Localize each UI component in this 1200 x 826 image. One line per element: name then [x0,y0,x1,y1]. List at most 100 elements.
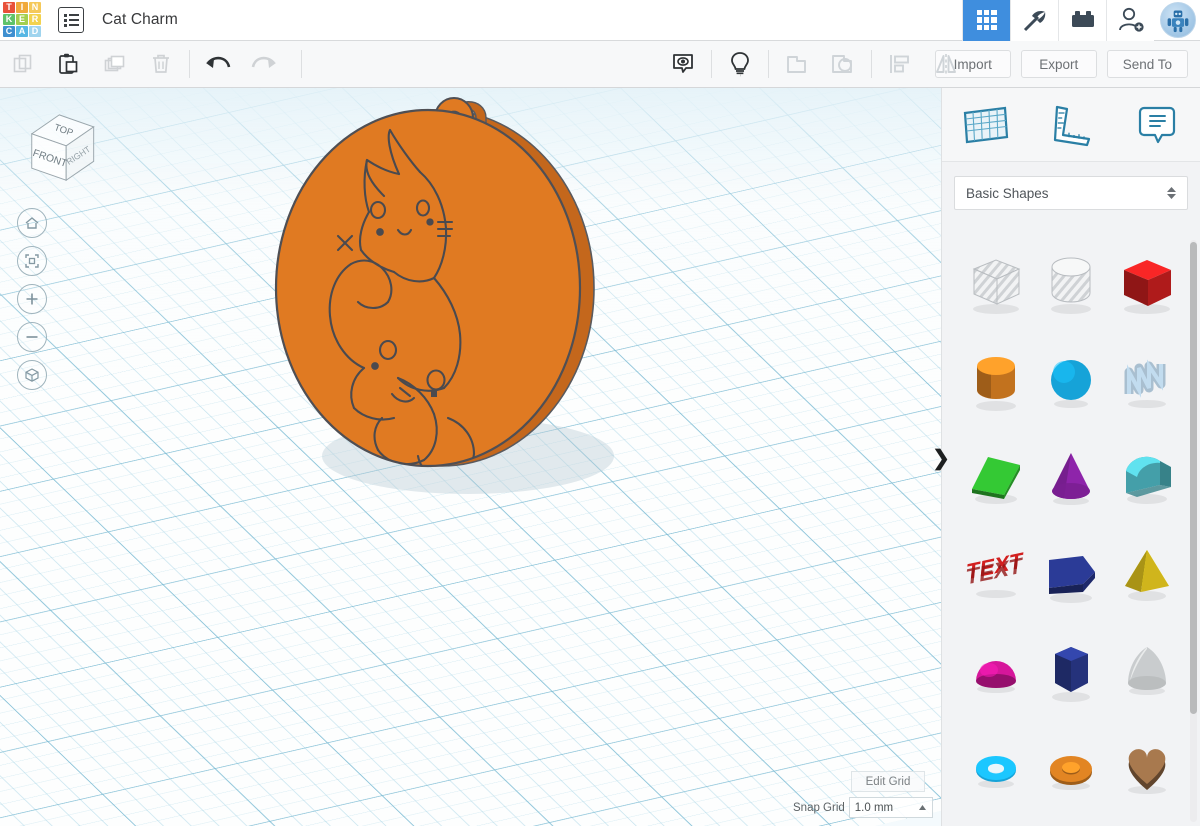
tinker-tools-button[interactable] [1010,0,1058,41]
note-tool[interactable] [1114,103,1200,147]
shape-cone-thumbnail [1052,452,1091,505]
grid-view-button[interactable] [962,0,1010,41]
shape-hexagon-thumbnail [1052,646,1091,702]
mirror-button[interactable] [923,41,969,88]
view-nav-buttons [17,208,47,390]
shape-pyramid-thumbnail [1125,549,1170,601]
logo-tile-a: A [16,26,28,38]
duplicate-button[interactable] [92,41,138,88]
projection-toggle-button[interactable] [17,360,47,390]
chevron-up-icon [919,805,926,810]
blocks-button[interactable] [1058,0,1106,41]
shape-text-thumbnail: TEXTTEXT [965,547,1024,598]
edit-grid-button[interactable]: Edit Grid [851,771,925,792]
shapes-panel: Basic Shapes TEXT TEXT [941,88,1200,826]
shapes-grid: TEXT TEXT [942,228,1200,826]
view-cube[interactable]: TOP FRONT RIGHT [18,108,104,194]
shape-box-thumbnail [1124,259,1172,314]
pendant-face [274,108,582,468]
toolbar-divider-2 [301,50,302,78]
shapes-scrollbar-thumb[interactable] [1190,242,1197,714]
shape-half-sphere-thumbnail [975,660,1016,693]
logo-tile-n: N [29,1,41,13]
redo-button[interactable] [241,41,287,88]
group-button[interactable] [774,41,820,88]
shape-polygon-prism[interactable] [1034,525,1110,622]
invite-people-button[interactable] [1106,0,1154,41]
shape-torus[interactable] [958,719,1034,816]
shape-heart[interactable] [1109,719,1185,816]
cat-charm-pendant[interactable] [268,88,638,508]
shape-cone[interactable] [1034,428,1110,525]
top-right-actions [962,0,1200,41]
duplicate-icon [104,55,125,72]
shape-cylinder[interactable] [958,331,1034,428]
workplane-icon [963,106,1009,143]
delete-button[interactable] [138,41,184,88]
top-bar: TIN KER CAD Cat Charm [0,0,1200,41]
fit-to-view-button[interactable] [17,246,47,276]
shape-pyramid[interactable] [1109,525,1185,622]
clipboard-tools [0,41,184,88]
shape-cylinder-thumbnail [975,356,1016,411]
export-button[interactable]: Export [1020,50,1097,78]
shape-scribble[interactable] [1109,331,1185,428]
paste-button[interactable] [46,41,92,88]
grid-icon [976,10,997,30]
ruler-tool[interactable] [1028,103,1114,147]
undo-button[interactable] [195,41,241,88]
projects-list-icon[interactable] [58,7,84,33]
robot-avatar-icon [1167,9,1189,32]
zoom-out-button[interactable] [17,322,47,352]
shape-star[interactable] [1034,816,1110,826]
shape-tube[interactable] [1034,719,1110,816]
shapes-scrollbar[interactable] [1190,240,1197,822]
shape-paraboloid[interactable] [1109,622,1185,719]
shapes-scroll-area[interactable]: TEXT TEXT [942,228,1200,826]
panel-collapse-handle[interactable]: ❯ [931,443,951,473]
toolbar-right-actions: Import Export Send To [934,50,1200,78]
shape-roof[interactable] [958,428,1034,525]
workplane-tool[interactable] [942,103,1028,147]
shape-sphere[interactable] [1034,331,1110,428]
shape-hexagon[interactable] [1034,622,1110,719]
ungroup-button[interactable] [820,41,866,88]
zoom-in-button[interactable] [17,284,47,314]
copy-button[interactable] [0,41,46,88]
shape-tube-thumbnail [1050,755,1093,790]
mirror-icon [936,54,956,74]
home-view-button[interactable] [17,208,47,238]
workplane-canvas[interactable]: TOP FRONT RIGHT Edit Grid Snap Grid 1.0 … [0,88,941,826]
shape-wedge[interactable] [958,816,1034,826]
shape-half-sphere[interactable] [958,622,1034,719]
shape-dome[interactable] [1109,428,1185,525]
shape-paraboloid-thumbnail [1128,646,1167,695]
eye-bubble-icon [673,54,693,73]
align-button[interactable] [877,41,923,88]
user-avatar[interactable] [1160,1,1196,38]
hole-light-button[interactable] [717,41,763,88]
shape-box-hole[interactable] [958,234,1034,331]
logo-tile-k: K [3,13,15,26]
shape-cylinder-hole[interactable] [1034,234,1110,331]
shape-scribble-thumbnail [1124,358,1167,408]
main-toolbar: Import Export Send To [0,41,1200,88]
lego-brick-icon [1071,11,1094,27]
send-to-button[interactable]: Send To [1106,50,1188,78]
shape-heart-thumbnail [1128,748,1167,794]
panel-header-tools [942,88,1200,162]
add-person-icon [1118,7,1144,32]
shape-category-dropdown[interactable]: Basic Shapes [954,176,1188,210]
snap-grid-dropdown[interactable]: 1.0 mm [848,797,933,818]
show-hide-button[interactable] [660,41,706,88]
toolbar-divider-3 [711,50,712,78]
note-icon [1138,106,1176,143]
shape-box[interactable] [1109,234,1185,331]
snap-grid-label: Snap Grid [793,801,845,814]
shape-box-hole-thumbnail [972,258,1021,314]
shape-roof-thumbnail [971,456,1020,504]
tinkercad-logo[interactable]: TIN KER CAD [0,0,44,41]
shape-polyhedron[interactable] [1109,816,1185,826]
shape-torus-thumbnail [975,755,1016,788]
shape-text[interactable]: TEXT TEXT [958,525,1034,622]
